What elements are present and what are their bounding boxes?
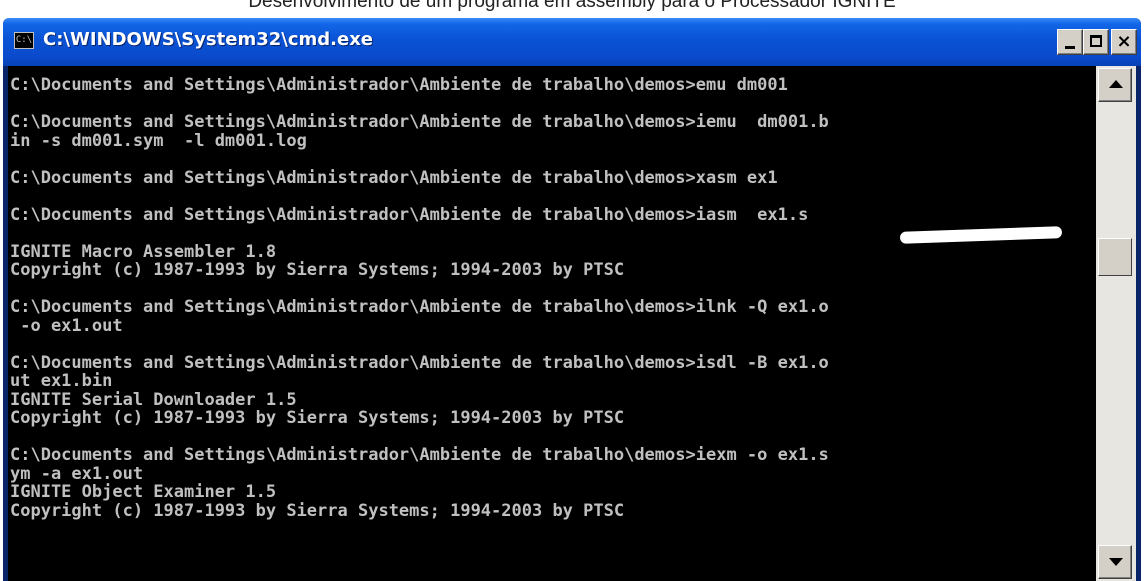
scroll-up-button[interactable] — [1098, 68, 1132, 102]
background-document-text: Desenvolvimento de um programa em assemb… — [248, 0, 896, 11]
cmd-window: C:\ C:\WINDOWS\System32\cmd.exe × C:\Doc… — [3, 18, 1141, 581]
arrow-up-icon — [1109, 80, 1123, 88]
console-line: Copyright (c) 1987-1993 by Sierra System… — [10, 260, 625, 280]
console-line: ym -a ex1.out — [10, 463, 144, 484]
console-line: IGNITE Serial Downloader 1.5 — [10, 389, 297, 410]
console-line: Copyright (c) 1987-1993 by Sierra System… — [10, 408, 625, 428]
console-icon[interactable]: C:\ — [14, 32, 34, 49]
console-line: ut ex1.bin — [10, 371, 113, 391]
console-line: C:\Documents and Settings\Administrador\… — [10, 204, 809, 225]
arrow-down-icon — [1109, 558, 1123, 566]
close-icon: × — [1116, 31, 1132, 52]
maximize-button[interactable] — [1083, 29, 1109, 55]
console-line: C:\Documents and Settings\Administrador\… — [10, 445, 829, 465]
minimize-button[interactable] — [1057, 29, 1083, 55]
vertical-scrollbar[interactable] — [1096, 66, 1136, 581]
window-title: C:\WINDOWS\System32\cmd.exe — [43, 29, 374, 50]
console-line: C:\Documents and Settings\Administrador\… — [10, 112, 829, 132]
close-button[interactable]: × — [1111, 29, 1137, 55]
console-line: -o ex1.out — [10, 315, 123, 336]
console-line: C:\Documents and Settings\Administrador\… — [10, 75, 788, 95]
console-line: IGNITE Object Examiner 1.5 — [10, 482, 277, 502]
scroll-down-button[interactable] — [1098, 545, 1132, 579]
console-line: C:\Documents and Settings\Administrador\… — [10, 297, 829, 317]
minimize-icon — [1065, 46, 1075, 49]
scrollbar-thumb[interactable] — [1098, 238, 1132, 276]
maximize-icon — [1090, 35, 1102, 47]
console-output[interactable]: C:\Documents and Settings\Administrador\… — [8, 66, 1096, 581]
console-line: C:\Documents and Settings\Administrador\… — [10, 167, 778, 188]
console-line: in -s dm001.sym -l dm001.log — [10, 130, 307, 151]
console-line: IGNITE Macro Assembler 1.8 — [10, 241, 277, 262]
console-line: Copyright (c) 1987-1993 by Sierra System… — [10, 500, 625, 521]
console-line: C:\Documents and Settings\Administrador\… — [10, 352, 829, 373]
title-bar[interactable]: C:\ C:\WINDOWS\System32\cmd.exe × — [3, 18, 1141, 66]
